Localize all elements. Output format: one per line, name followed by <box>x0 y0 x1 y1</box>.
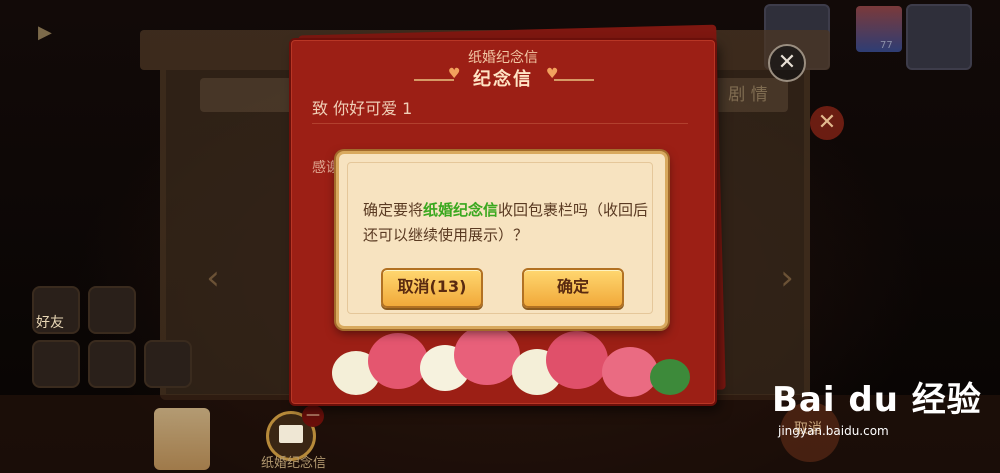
voice-button[interactable] <box>144 340 192 388</box>
letter-title: 纪念信 <box>473 69 533 90</box>
bottom-item-label: 纸婚纪念信 <box>261 456 327 471</box>
letter-card-icon[interactable] <box>154 408 210 470</box>
dialog-message: 确定要将纸婚纪念信收回包裹栏吗（收回后还可以继续使用展示）？ <box>363 198 651 248</box>
voice-button[interactable] <box>88 340 136 388</box>
confirm-button[interactable]: 确定 <box>522 268 624 308</box>
prev-arrow-icon[interactable]: ‹ <box>198 258 228 298</box>
chat-button[interactable] <box>32 340 80 388</box>
greeting-divider <box>312 123 688 124</box>
close-icon[interactable]: ✕ <box>768 44 806 82</box>
watermark-url: jingyan.baidu.com <box>778 424 889 438</box>
watermark-logo: Bai du 经验 <box>772 380 982 420</box>
back-arrow-icon[interactable]: ▶ <box>38 22 52 43</box>
friend-label: 好友 <box>36 315 64 331</box>
player-badge <box>856 6 902 52</box>
next-arrow-icon[interactable]: › <box>772 258 802 298</box>
avatar[interactable] <box>906 4 972 70</box>
letter-greeting: 致 你好可爱 1 <box>312 99 413 118</box>
close-icon[interactable]: ✕ <box>810 106 844 140</box>
level-text: 77 <box>880 40 893 51</box>
letter-subtitle: 纸婚纪念信 <box>468 50 538 66</box>
tab-left[interactable] <box>200 78 300 112</box>
baidu-jingyan-watermark: Bai du 经验 jingyan.baidu.com <box>772 372 982 438</box>
message-prefix: 确定要将 <box>363 201 424 219</box>
peony-decoration <box>332 325 714 401</box>
item-name: 纸婚纪念信 <box>423 201 499 219</box>
cancel-button[interactable]: 取消(13) <box>381 268 483 308</box>
remove-badge[interactable]: — <box>302 405 324 427</box>
confirm-dialog: 确定要将纸婚纪念信收回包裹栏吗（收回后还可以继续使用展示）？ 取消(13) 确定 <box>336 151 668 329</box>
tab-story[interactable]: 剧 情 <box>708 78 788 112</box>
avatar[interactable] <box>88 286 136 334</box>
